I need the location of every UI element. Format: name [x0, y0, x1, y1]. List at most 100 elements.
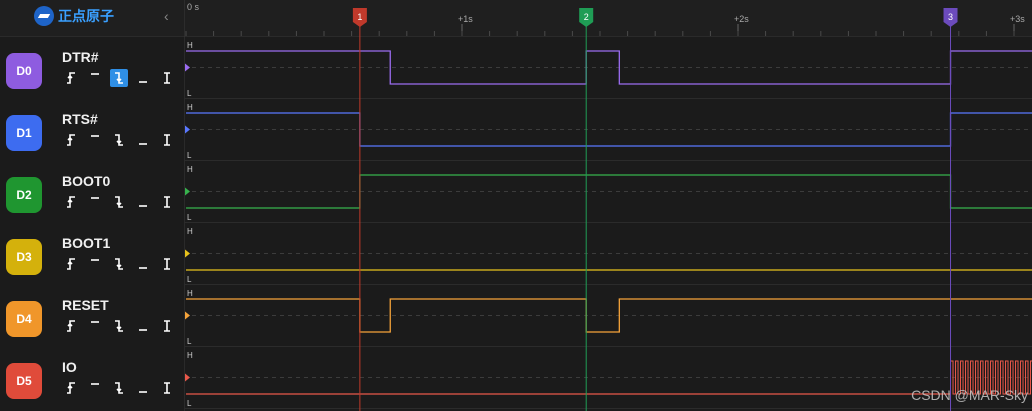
level-low-label: L [187, 89, 192, 98]
channel-name[interactable]: BOOT1 [62, 235, 110, 251]
trigger-options [62, 317, 176, 335]
channel-badge[interactable]: D4 [6, 301, 42, 337]
any-edge-trigger-button[interactable] [158, 379, 176, 397]
rising-edge-trigger-icon [67, 320, 75, 332]
rising-edge-trigger-button[interactable] [62, 193, 80, 211]
high-level-trigger-button[interactable] [86, 317, 104, 335]
falling-edge-trigger-button[interactable] [110, 193, 128, 211]
channel-name[interactable]: BOOT0 [62, 173, 110, 189]
low-level-trigger-icon [139, 205, 147, 207]
any-edge-trigger-button[interactable] [158, 317, 176, 335]
rising-edge-trigger-button[interactable] [62, 69, 80, 87]
waveform-row-d2: HL [184, 165, 1032, 223]
high-level-trigger-icon [91, 135, 99, 137]
high-level-trigger-button[interactable] [86, 69, 104, 87]
low-level-trigger-button[interactable] [134, 131, 152, 149]
falling-edge-trigger-button[interactable] [110, 255, 128, 273]
trigger-options [62, 69, 176, 87]
channel-badge[interactable]: D2 [6, 177, 42, 213]
level-low-label: L [187, 275, 192, 284]
threshold-marker-icon [185, 249, 190, 258]
any-edge-trigger-icon [164, 134, 170, 146]
level-high-label: H [187, 103, 193, 112]
marker-label: 1 [357, 12, 362, 22]
trigger-options [62, 379, 176, 397]
waveform-row-d0: HL [184, 41, 1032, 99]
falling-edge-trigger-icon [115, 134, 123, 146]
channel-name[interactable]: RESET [62, 297, 109, 313]
ruler-tick-label: +1s [458, 14, 473, 24]
rising-edge-trigger-icon [67, 134, 75, 146]
high-level-trigger-button[interactable] [86, 131, 104, 149]
ruler-start-label: 0 s [187, 2, 200, 12]
high-level-trigger-button[interactable] [86, 193, 104, 211]
channel-row-d4: D4 RESET [0, 285, 184, 347]
rising-edge-trigger-icon [67, 382, 75, 394]
channel-row-d5: D5 IO [0, 347, 184, 409]
level-high-label: H [187, 351, 193, 360]
channel-row-d2: D2 BOOT0 [0, 161, 184, 223]
low-level-trigger-icon [139, 391, 147, 393]
low-level-trigger-button[interactable] [134, 69, 152, 87]
low-level-trigger-button[interactable] [134, 379, 152, 397]
rising-edge-trigger-button[interactable] [62, 317, 80, 335]
rising-edge-trigger-button[interactable] [62, 131, 80, 149]
level-low-label: L [187, 399, 192, 408]
marker-3[interactable]: 3 [943, 8, 958, 411]
channel-badge[interactable]: D5 [6, 363, 42, 399]
level-low-label: L [187, 151, 192, 160]
low-level-trigger-button[interactable] [134, 255, 152, 273]
rising-edge-trigger-icon [67, 196, 75, 208]
threshold-marker-icon [185, 125, 190, 134]
channel-name[interactable]: RTS# [62, 111, 98, 127]
trigger-options [62, 193, 176, 211]
falling-edge-trigger-icon [115, 382, 123, 394]
waveform-area[interactable]: 0 s+1s +2s +3sHLHLHLHLHLHL1 2 3 [184, 0, 1032, 411]
any-edge-trigger-button[interactable] [158, 255, 176, 273]
collapse-sidebar-button[interactable]: ‹ [164, 8, 169, 24]
low-level-trigger-button[interactable] [134, 317, 152, 335]
marker-2[interactable]: 2 [579, 8, 594, 411]
threshold-marker-icon [185, 187, 190, 196]
channel-sidebar: D0 DTR# D1 RTS# D2 BOOT0 D3 BOOT1 D4 RESET D5 IO [0, 37, 184, 411]
falling-edge-trigger-button[interactable] [110, 131, 128, 149]
falling-edge-trigger-button[interactable] [110, 69, 128, 87]
low-level-trigger-button[interactable] [134, 193, 152, 211]
falling-edge-trigger-icon [115, 196, 123, 208]
low-level-trigger-icon [139, 329, 147, 331]
channel-badge[interactable]: D1 [6, 115, 42, 151]
low-level-trigger-icon [139, 267, 147, 269]
rising-edge-trigger-button[interactable] [62, 255, 80, 273]
high-level-trigger-icon [91, 197, 99, 199]
falling-edge-trigger-button[interactable] [110, 379, 128, 397]
any-edge-trigger-button[interactable] [158, 69, 176, 87]
marker-1[interactable]: 1 [352, 8, 367, 411]
channel-name[interactable]: IO [62, 359, 77, 375]
channel-row-d3: D3 BOOT1 [0, 223, 184, 285]
logo-text: 正点原子 [58, 8, 114, 24]
waveform-row-d3: HL [184, 227, 1032, 285]
channel-badge[interactable]: D3 [6, 239, 42, 275]
any-edge-trigger-icon [164, 196, 170, 208]
trigger-options [62, 131, 176, 149]
high-level-trigger-button[interactable] [86, 255, 104, 273]
high-level-trigger-button[interactable] [86, 379, 104, 397]
any-edge-trigger-button[interactable] [158, 131, 176, 149]
watermark: CSDN @MAR-Sky [911, 387, 1028, 403]
timeline-ruler: 0 s +1s +2s +3s [184, 0, 1025, 411]
low-level-trigger-icon [139, 143, 147, 145]
logo-icon [34, 6, 54, 26]
level-high-label: H [187, 289, 193, 298]
falling-edge-trigger-button[interactable] [110, 317, 128, 335]
threshold-marker-icon [185, 373, 190, 382]
channel-badge[interactable]: D0 [6, 53, 42, 89]
any-edge-trigger-button[interactable] [158, 193, 176, 211]
marker-label: 3 [948, 12, 953, 22]
any-edge-trigger-icon [164, 382, 170, 394]
channel-name[interactable]: DTR# [62, 49, 99, 65]
trigger-options [62, 255, 176, 273]
rising-edge-trigger-button[interactable] [62, 379, 80, 397]
level-low-label: L [187, 337, 192, 346]
ruler-tick-label: +2s [734, 14, 749, 24]
ruler-tick-label: +3s [1010, 14, 1025, 24]
